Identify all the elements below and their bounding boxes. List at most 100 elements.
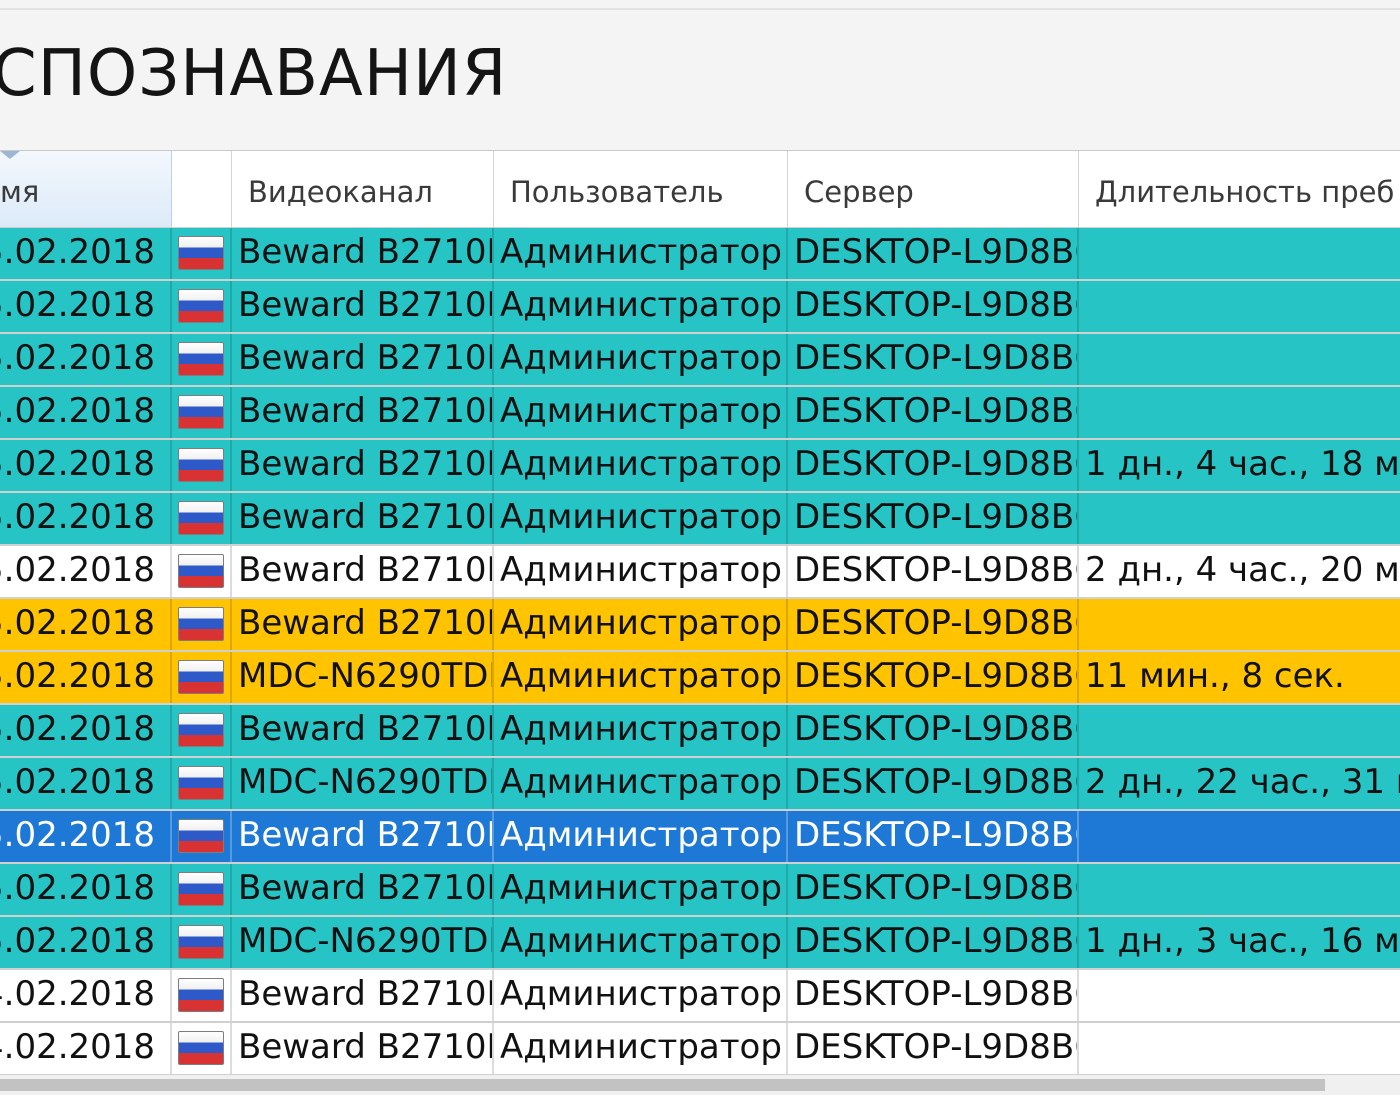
cell-server: DESKTOP-L9D8B6l [788,652,1079,703]
russian-flag-icon [178,289,224,323]
column-header-label: Длительность преб [1095,175,1395,209]
cell-date: 5.02.2018 [0,599,172,650]
title-band: СПОЗНАВАНИЯ [0,0,1400,150]
cell-channel: Beward B2710R [232,705,494,756]
table-row[interactable]: 5.02.2018 Beward B2710RАдминистраторDESKT… [0,864,1400,917]
cell-flag [172,811,232,862]
russian-flag-icon [178,1031,224,1065]
cell-channel: Beward B2710R [232,864,494,915]
cell-flag [172,758,232,809]
cell-date: 5.02.2018 [0,440,172,491]
cell-flag [172,917,232,968]
cell-user: Администратор [494,705,788,756]
table-row[interactable]: 5.02.2018 Beward B2710RАдминистраторDESKT… [0,228,1400,281]
scrollbar-thumb[interactable] [0,1079,1325,1091]
table-row[interactable]: 5.02.2018 Beward B2710RАдминистраторDESKT… [0,705,1400,758]
cell-server: DESKTOP-L9D8B6l [788,387,1079,438]
cell-duration [1079,281,1400,332]
cell-date: 5.02.2018 [0,705,172,756]
cell-server: DESKTOP-L9D8B6l [788,705,1079,756]
cell-flag [172,493,232,544]
page-title: СПОЗНАВАНИЯ [0,37,508,111]
column-header-time[interactable]: мя [0,151,172,227]
cell-user: Администратор [494,387,788,438]
cell-channel: Beward B2710R [232,1023,494,1074]
cell-user: Администратор [494,811,788,862]
cell-duration [1079,970,1400,1021]
table-row[interactable]: 5.02.2018 Beward B2710RАдминистраторDESKT… [0,599,1400,652]
cell-date: 4.02.2018 [0,970,172,1021]
cell-flag [172,705,232,756]
cell-date: 4.02.2018 [0,1023,172,1074]
russian-flag-icon [178,713,224,747]
russian-flag-icon [178,925,224,959]
cell-user: Администратор [494,758,788,809]
cell-duration: 1 дн., 4 час., 18 мин. [1085,444,1400,484]
cell-user: Администратор [494,228,788,279]
column-header-label: Видеоканал [248,175,433,209]
cell-server: DESKTOP-L9D8B6l [788,281,1079,332]
cell-date: 5.02.2018 [0,387,172,438]
cell-flag [172,228,232,279]
column-header-label: Сервер [804,175,914,209]
cell-flag [172,864,232,915]
column-header-duration[interactable]: Длительность преб [1079,151,1400,227]
cell-user: Администратор [494,546,788,597]
russian-flag-icon [178,607,224,641]
russian-flag-icon [178,342,224,376]
russian-flag-icon [178,236,224,270]
cell-date: 5.02.2018 [0,228,172,279]
cell-flag [172,652,232,703]
russian-flag-icon [178,660,224,694]
cell-duration [1079,228,1400,279]
cell-server: DESKTOP-L9D8B6l [788,440,1079,491]
cell-channel: MDC-N6290TDN [232,758,494,809]
table-row[interactable]: 5.02.2018 Beward B2710RАдминистраторDESKT… [0,387,1400,440]
cell-server: DESKTOP-L9D8B6l [788,970,1079,1021]
column-header-label: мя [0,175,40,209]
table-row[interactable]: 5.02.2018 Beward B2710RАдминистраторDESKT… [0,546,1400,599]
column-header-user[interactable]: Пользователь [494,151,788,227]
cell-duration: 2 дн., 4 час., 20 мин. [1085,550,1400,590]
cell-duration [1079,334,1400,385]
cell-user: Администратор [494,599,788,650]
column-header-server[interactable]: Сервер [788,151,1079,227]
table-row[interactable]: 5.02.2018 Beward B2710RАдминистраторDESKT… [0,493,1400,546]
cell-duration [1079,705,1400,756]
cell-flag [172,970,232,1021]
russian-flag-icon [178,872,224,906]
cell-channel: MDC-N6290TDN [232,917,494,968]
horizontal-scrollbar[interactable] [0,1075,1400,1095]
cell-duration: 2 дн., 22 час., 31 мин. [1085,762,1400,802]
table-row[interactable]: 5.02.2018 Beward B2710RАдминистраторDESKT… [0,281,1400,334]
table-row[interactable]: 5.02.2018 Beward B2710RАдминистраторDESKT… [0,440,1400,493]
table-row[interactable]: 4.02.2018 Beward B2710RАдминистраторDESKT… [0,1023,1400,1076]
cell-user: Администратор [494,281,788,332]
cell-user: Администратор [494,970,788,1021]
cell-channel: MDC-N6290TDN [232,652,494,703]
cell-duration [1079,387,1400,438]
cell-server: DESKTOP-L9D8B6l [788,1023,1079,1074]
table-row[interactable]: 5.02.2018 Beward B2710RАдминистраторDESKT… [0,811,1400,864]
russian-flag-icon [178,448,224,482]
table-row[interactable]: 5.02.2018 MDC-N6290TDNАдминистраторDESKTO… [0,917,1400,970]
cell-server: DESKTOP-L9D8B6l [788,546,1079,597]
cell-user: Администратор [494,652,788,703]
cell-user: Администратор [494,440,788,491]
cell-flag [172,1023,232,1074]
table-row[interactable]: 4.02.2018 Beward B2710RАдминистраторDESKT… [0,970,1400,1023]
cell-channel: Beward B2710R [232,493,494,544]
cell-server: DESKTOP-L9D8B6l [788,864,1079,915]
table-row[interactable]: 5.02.2018 MDC-N6290TDNАдминистраторDESKTO… [0,652,1400,705]
table-row[interactable]: 5.02.2018 Beward B2710RАдминистраторDESKT… [0,334,1400,387]
table-row[interactable]: 5.02.2018 MDC-N6290TDNАдминистраторDESKTO… [0,758,1400,811]
column-header-channel[interactable]: Видеоканал [232,151,494,227]
recognition-events-grid[interactable]: мя Видеоканал Пользователь Сервер Длител… [0,150,1400,1076]
cell-channel: Beward B2710R [232,970,494,1021]
sort-descending-icon [0,151,20,159]
cell-channel: Beward B2710R [232,546,494,597]
cell-duration [1079,1023,1400,1074]
cell-date: 5.02.2018 [0,334,172,385]
column-header-flag[interactable] [172,151,232,227]
column-header-label: Пользователь [510,175,724,209]
